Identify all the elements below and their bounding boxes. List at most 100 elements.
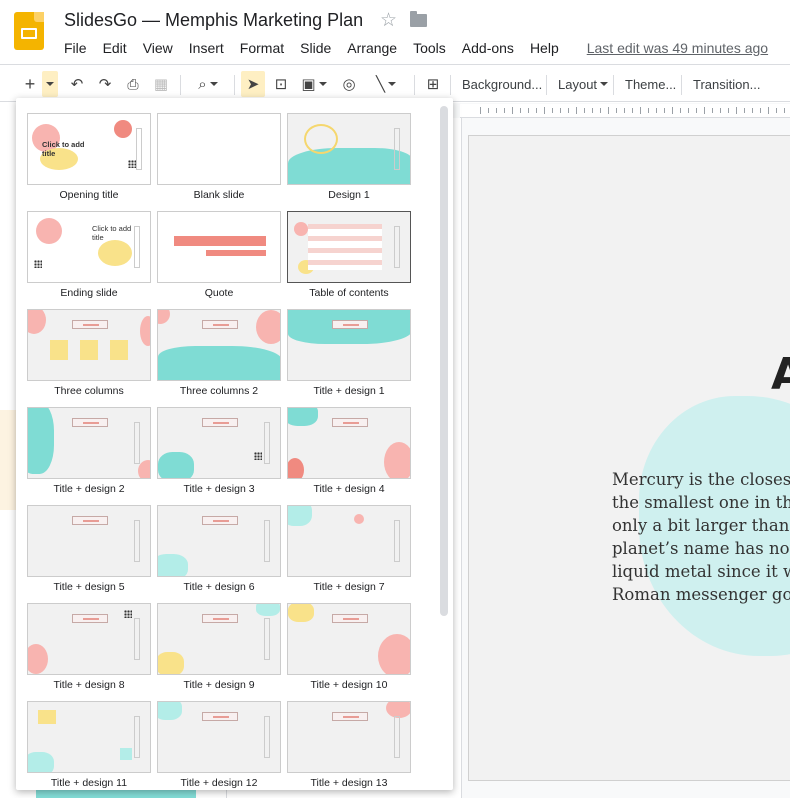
layout-item-title-design-12[interactable]: Title + design 12 xyxy=(157,701,283,790)
thumb-placeholder xyxy=(202,712,238,721)
toolbar-divider xyxy=(681,75,682,95)
layout-item-title-design-3[interactable]: Title + design 3 xyxy=(157,407,283,497)
ruler-tick xyxy=(656,108,657,113)
slide-body-line: Mercury is the closest xyxy=(612,470,790,489)
redo-icon[interactable]: ↷ xyxy=(94,71,116,97)
vertical-ruler[interactable] xyxy=(452,118,462,798)
thumb-shape xyxy=(80,340,98,360)
zoom-icon[interactable]: ⌕ xyxy=(188,71,228,97)
layout-label: Title + design 5 xyxy=(53,581,125,593)
layout-item-title-design-1[interactable]: Title + design 1 xyxy=(287,309,413,399)
layout-label: Table of contents xyxy=(309,287,389,299)
layout-item-title-design-6[interactable]: Title + design 6 xyxy=(157,505,283,595)
layout-item-design-1[interactable]: Design 1 xyxy=(287,113,413,203)
transition-button[interactable]: Transition... xyxy=(693,71,760,97)
layout-item-opening-title[interactable]: Click to add title Opening title xyxy=(27,113,153,203)
layout-item-three-columns[interactable]: Three columns xyxy=(27,309,153,399)
menu-tools[interactable]: Tools xyxy=(405,40,454,56)
ruler-tick xyxy=(584,108,585,113)
layout-item-title-design-4[interactable]: Title + design 4 xyxy=(287,407,413,497)
slide-body-line: Roman messenger god xyxy=(612,585,790,604)
thumb-shape xyxy=(28,752,54,772)
thumb-placeholder xyxy=(202,516,238,525)
menu-arrange[interactable]: Arrange xyxy=(339,40,405,56)
shape-icon[interactable]: ◎ xyxy=(337,71,361,97)
menu-help[interactable]: Help xyxy=(522,40,567,56)
theme-button[interactable]: Theme... xyxy=(625,71,676,97)
ruler-tick xyxy=(496,108,497,113)
slide-canvas[interactable]: A Mercury is the closest the smallest on… xyxy=(468,135,790,781)
thumb-shape xyxy=(28,644,48,674)
add-comment-icon[interactable]: ⊞ xyxy=(422,71,444,97)
line-icon[interactable]: ╲ xyxy=(366,71,406,97)
toolbar-divider xyxy=(613,75,614,95)
layout-label: Quote xyxy=(204,287,234,299)
menu-format[interactable]: Format xyxy=(232,40,292,56)
layout-thumbnail xyxy=(27,701,151,773)
layout-item-three-columns-2[interactable]: Three columns 2 xyxy=(157,309,283,399)
layout-item-blank-slide[interactable]: Blank slide xyxy=(157,113,283,203)
undo-icon[interactable]: ↶ xyxy=(66,71,88,97)
layout-label: Title + design 2 xyxy=(53,483,125,495)
last-edit-link[interactable]: Last edit was 49 minutes ago xyxy=(567,40,768,56)
folder-icon[interactable] xyxy=(410,11,427,27)
thumb-shape xyxy=(158,652,184,674)
star-icon[interactable]: ☆ xyxy=(380,9,397,32)
menu-slide[interactable]: Slide xyxy=(292,40,339,56)
ruler-tick xyxy=(720,108,721,113)
horizontal-ruler[interactable] xyxy=(460,104,790,118)
layout-item-title-design-10[interactable]: Title + design 10 xyxy=(287,603,413,693)
layout-item-title-design-13[interactable]: Title + design 13 xyxy=(287,701,413,790)
chevron-down-icon xyxy=(600,82,609,86)
image-icon[interactable]: ▣ xyxy=(297,71,331,97)
thumb-shape xyxy=(158,554,188,576)
ruler-tick xyxy=(632,108,633,113)
paint-format-icon[interactable]: ▦ xyxy=(150,71,172,97)
text-box-icon[interactable]: ⊡ xyxy=(270,71,292,97)
slides-logo-icon[interactable] xyxy=(14,12,44,50)
select-cursor-icon[interactable]: ➤ xyxy=(241,71,265,97)
new-slide-button[interactable]: + xyxy=(20,71,40,97)
layout-item-title-design-7[interactable]: Title + design 7 xyxy=(287,505,413,595)
thumb-placeholder xyxy=(134,618,140,660)
layout-item-title-design-2[interactable]: Title + design 2 xyxy=(27,407,153,497)
layout-label: Title + design 4 xyxy=(313,483,385,495)
new-slide-layout-dropdown[interactable] xyxy=(42,71,58,97)
thumb-placeholder xyxy=(394,520,400,562)
thumb-placeholder xyxy=(202,320,238,329)
layout-thumbnail xyxy=(157,407,281,479)
background-button[interactable]: Background... xyxy=(462,71,542,97)
thumb-placeholder xyxy=(134,716,140,758)
layout-item-ending-slide[interactable]: Click to add title Ending slide xyxy=(27,211,153,301)
layout-label: Title + design 13 xyxy=(310,777,388,789)
layout-item-title-design-8[interactable]: Title + design 8 xyxy=(27,603,153,693)
dropdown-scrollbar[interactable] xyxy=(440,106,448,616)
print-icon[interactable]: ⎙ xyxy=(122,71,144,97)
thumb-shape xyxy=(158,452,194,478)
layout-dropdown-menu: Click to add title Opening title Blank s… xyxy=(16,98,453,790)
thumb-shape xyxy=(28,310,46,334)
app-header: SlidesGo — Memphis Marketing Plan ☆ File… xyxy=(0,0,790,64)
ruler-tick xyxy=(504,108,505,113)
menu-edit[interactable]: Edit xyxy=(95,40,135,56)
slide-body-text[interactable]: Mercury is the closest the smallest one … xyxy=(612,468,790,606)
thumb-shape xyxy=(288,408,318,426)
menu-addons[interactable]: Add-ons xyxy=(454,40,522,56)
ruler-tick xyxy=(704,107,705,114)
layout-item-quote[interactable]: Quote xyxy=(157,211,283,301)
layout-item-title-design-9[interactable]: Title + design 9 xyxy=(157,603,283,693)
document-title[interactable]: SlidesGo — Memphis Marketing Plan xyxy=(64,10,363,31)
layout-thumbnail xyxy=(157,211,281,283)
menu-view[interactable]: View xyxy=(135,40,181,56)
layout-item-title-design-11[interactable]: Title + design 11 xyxy=(27,701,153,790)
ruler-tick xyxy=(768,107,769,114)
layout-item-title-design-5[interactable]: Title + design 5 xyxy=(27,505,153,595)
layout-item-table-of-contents[interactable]: Table of contents xyxy=(287,211,413,301)
layout-label: Title + design 6 xyxy=(183,581,255,593)
thumb-placeholder xyxy=(72,320,108,329)
menu-file[interactable]: File xyxy=(56,40,95,56)
slide-title[interactable]: A xyxy=(771,349,790,400)
menu-insert[interactable]: Insert xyxy=(181,40,232,56)
layout-button[interactable]: Layout xyxy=(558,71,609,97)
thumb-placeholder xyxy=(394,716,400,758)
